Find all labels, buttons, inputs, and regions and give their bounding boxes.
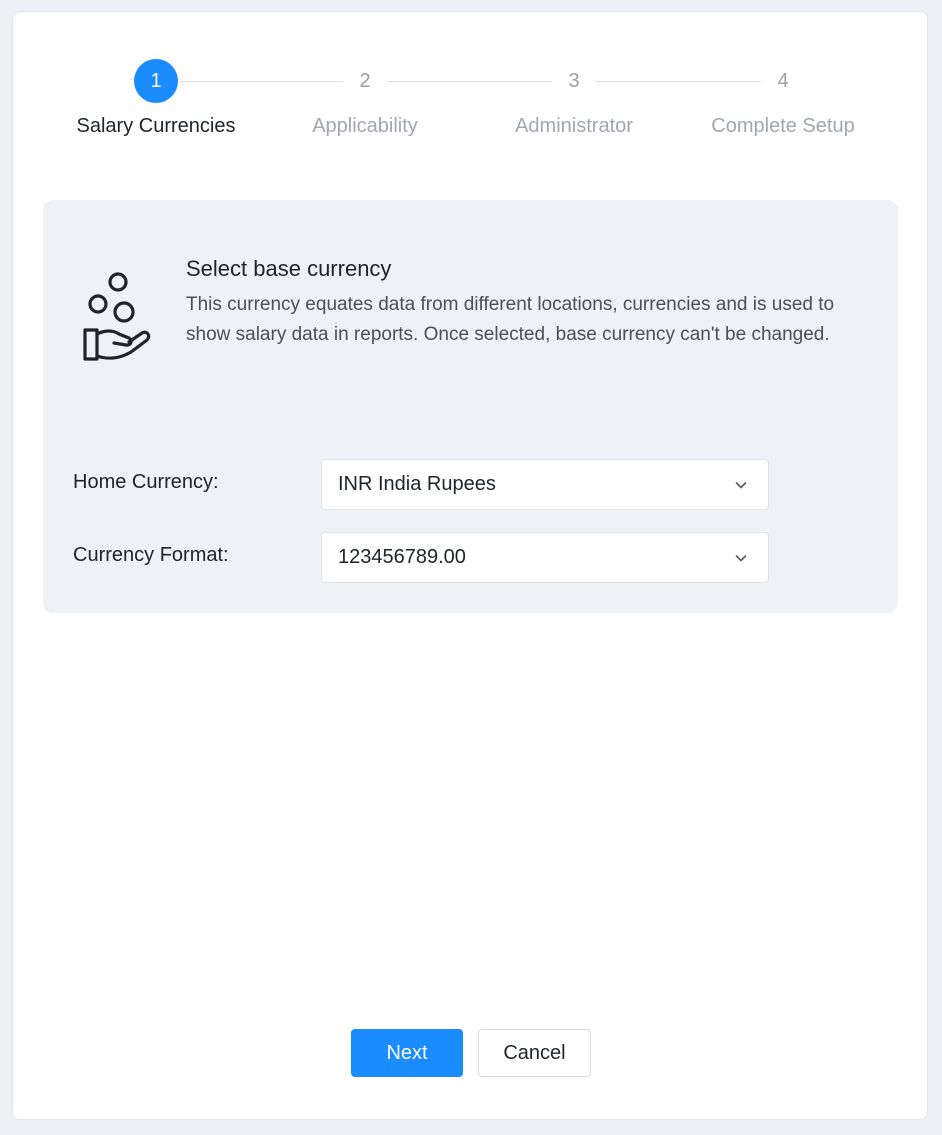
base-currency-panel: Select base currency This currency equat…: [43, 200, 898, 613]
step-number-badge: 1: [134, 59, 178, 103]
cancel-button[interactable]: Cancel: [478, 1029, 591, 1077]
setup-wizard-card: 1 Salary Currencies 2 Applicability 3 Ad…: [12, 11, 928, 1120]
step-label: Complete Setup: [711, 115, 855, 137]
section-title: Select base currency: [186, 256, 392, 281]
step-label: Administrator: [515, 115, 633, 137]
section-description: This currency equates data from differen…: [186, 294, 835, 345]
step-label: Applicability: [312, 115, 418, 137]
step-label: Salary Currencies: [76, 115, 236, 137]
step-administrator[interactable]: 3 Administrator: [474, 59, 674, 138]
step-number-badge: 2: [343, 59, 387, 103]
currency-format-label: Currency Format:: [73, 544, 229, 566]
step-applicability[interactable]: 2 Applicability: [265, 59, 465, 138]
coins-hand-icon: [83, 272, 151, 361]
chevron-down-icon: [735, 482, 747, 489]
chevron-down-icon: [735, 555, 747, 562]
step-number-badge: 3: [552, 59, 596, 103]
next-button[interactable]: Next: [351, 1029, 463, 1077]
step-complete-setup[interactable]: 4 Complete Setup: [683, 59, 883, 138]
step-salary-currencies[interactable]: 1 Salary Currencies: [56, 59, 256, 138]
wizard-stepper: 1 Salary Currencies 2 Applicability 3 Ad…: [13, 59, 929, 159]
home-currency-label: Home Currency:: [73, 471, 219, 493]
currency-format-select[interactable]: 123456789.00: [321, 532, 769, 583]
home-currency-value: INR India Rupees: [338, 473, 496, 495]
home-currency-select[interactable]: INR India Rupees: [321, 459, 769, 510]
step-number-badge: 4: [761, 59, 805, 103]
currency-format-value: 123456789.00: [338, 546, 466, 568]
